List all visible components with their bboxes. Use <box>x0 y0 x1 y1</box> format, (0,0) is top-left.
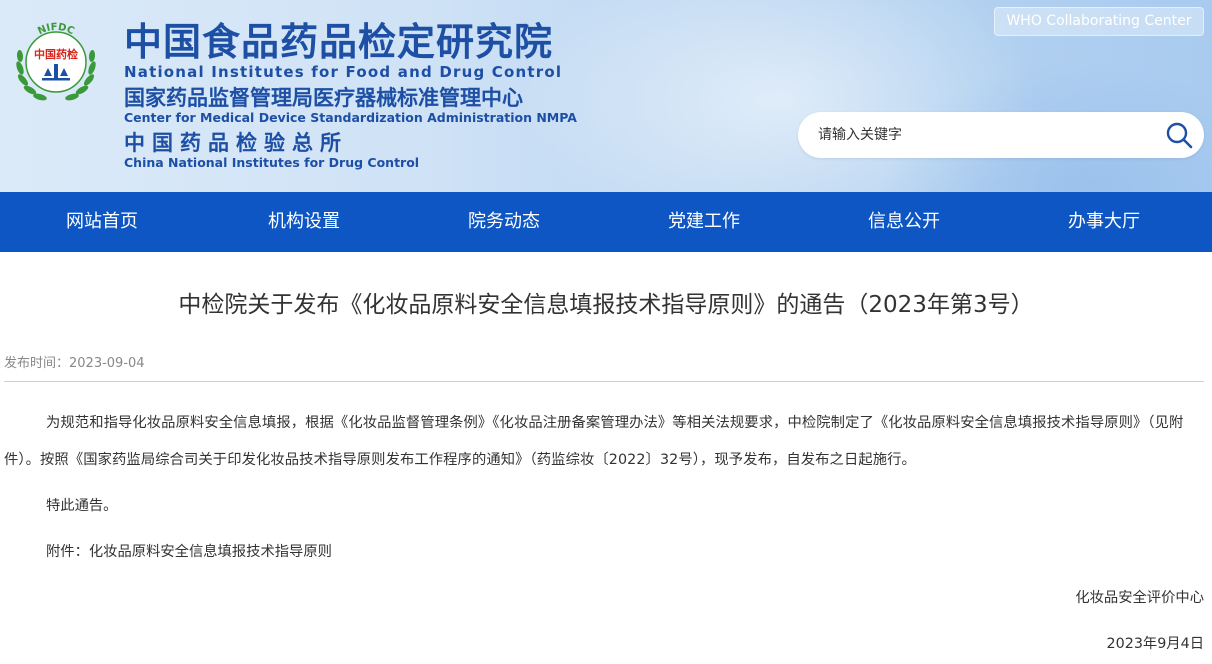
site-titles: 中国食品药品检定研究院 National Institutes for Food… <box>124 22 577 170</box>
institute-name-cn: 中国食品药品检定研究院 <box>124 20 554 64</box>
search-icon[interactable] <box>1164 120 1194 150</box>
article-body: 为规范和指导化妆品原料安全信息填报，根据《化妆品监督管理条例》《化妆品注册备案管… <box>4 405 1204 571</box>
sign-date: 2023年9月4日 <box>1106 636 1204 652</box>
article-title: 中检院关于发布《化妆品原料安全信息填报技术指导原则》的通告（2023年第3号） <box>178 292 1034 318</box>
signature: 化妆品安全评价中心 <box>1075 590 1204 606</box>
article-paragraph: 特此通告。 <box>46 498 118 514</box>
who-collaborating-center-link[interactable]: WHO Collaborating Center <box>994 7 1204 36</box>
search-box <box>798 112 1204 158</box>
center-name-cn: 国家药品监督管理局医疗器械标准管理中心 <box>124 86 523 110</box>
institute-name-en: National Institutes for Food and Drug Co… <box>124 63 563 81</box>
attachment-link[interactable]: 化妆品原料安全信息填报技术指导原则 <box>89 544 332 560</box>
nav-item-home[interactable]: 网站首页 <box>0 192 204 252</box>
publish-date: 2023-09-04 <box>69 356 145 371</box>
search-input[interactable] <box>818 112 1148 158</box>
publish-label: 发布时间： <box>4 356 70 371</box>
svg-text:中国药检: 中国药检 <box>34 47 78 61</box>
attachment-line: 附件：化妆品原料安全信息填报技术指导原则 <box>4 534 1204 571</box>
site-header: NIFDC 中国药检 中国食品药品检定研究院 National Institut… <box>0 0 1212 192</box>
article-paragraph: 为规范和指导化妆品原料安全信息填报，根据《化妆品监督管理条例》《化妆品注册备案管… <box>4 415 1184 468</box>
center-name-en: Center for Medical Device Standardizatio… <box>124 110 577 125</box>
nav-item-information-disclosure[interactable]: 信息公开 <box>804 192 1004 252</box>
divider <box>4 381 1204 382</box>
nav-item-service-hall[interactable]: 办事大厅 <box>1004 192 1204 252</box>
nav-item-news[interactable]: 院务动态 <box>404 192 604 252</box>
attachment-label: 附件： <box>46 544 89 560</box>
nifdc-logo[interactable]: NIFDC 中国药检 <box>10 16 102 108</box>
drug-control-name-en: China National Institutes for Drug Contr… <box>124 155 420 170</box>
publish-meta: 发布时间：2023-09-04 <box>4 355 145 373</box>
main-nav: 网站首页 机构设置 院务动态 党建工作 信息公开 办事大厅 <box>0 192 1212 252</box>
drug-control-name-cn: 中国药品检验总所 <box>124 131 348 155</box>
nav-item-party-building[interactable]: 党建工作 <box>604 192 804 252</box>
nav-item-organization[interactable]: 机构设置 <box>204 192 404 252</box>
